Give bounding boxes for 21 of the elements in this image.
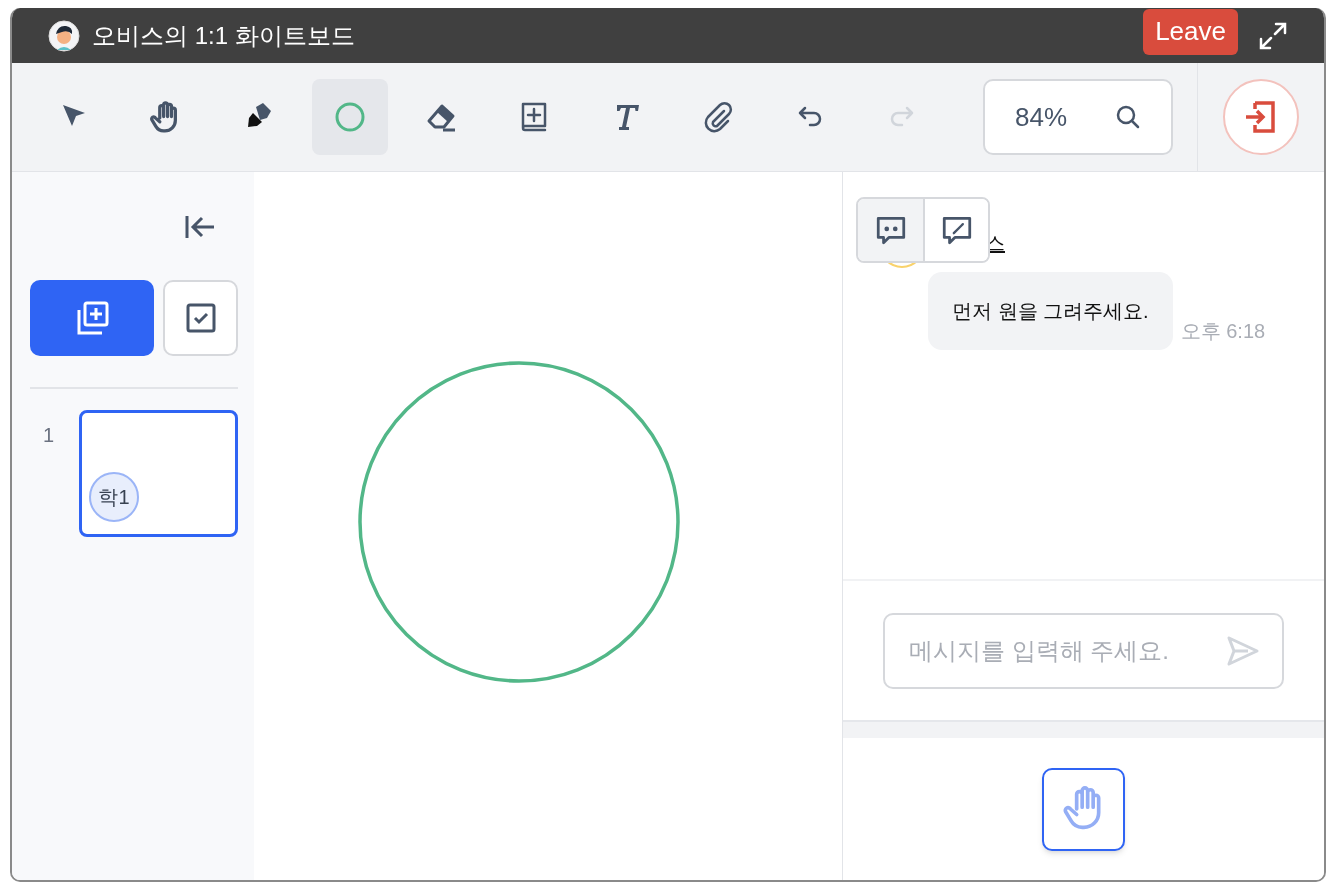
chat-tab[interactable] [923, 199, 988, 261]
page-thumbnail[interactable]: 학1 [79, 410, 238, 537]
circle-icon [334, 101, 366, 133]
avatar-icon [48, 19, 80, 52]
window-title: 오비스의 1:1 화이트보드 [92, 20, 355, 51]
search-icon[interactable] [1115, 104, 1141, 130]
zoom-control[interactable]: 84% [983, 79, 1173, 155]
message-input[interactable]: 메시지를 입력해 주세요. [883, 612, 1284, 689]
leave-button[interactable]: Leave [1143, 8, 1238, 55]
fullscreen-icon[interactable] [1258, 20, 1288, 51]
zoom-level: 84% [1015, 100, 1068, 134]
paperclip-icon [702, 101, 734, 133]
message-time: 오후 6:18 [1180, 319, 1266, 344]
chat-tab[interactable] [858, 199, 923, 261]
select-pages-button[interactable] [163, 280, 238, 356]
message-bubble: 먼저 원을 그려주세요. [928, 272, 1173, 350]
add-page-button[interactable] [30, 280, 154, 356]
page-number: 1 [42, 423, 56, 448]
user-badge: 학1 [89, 472, 139, 522]
checkbox-icon [184, 302, 217, 334]
raise-hand-button[interactable] [1042, 767, 1125, 851]
